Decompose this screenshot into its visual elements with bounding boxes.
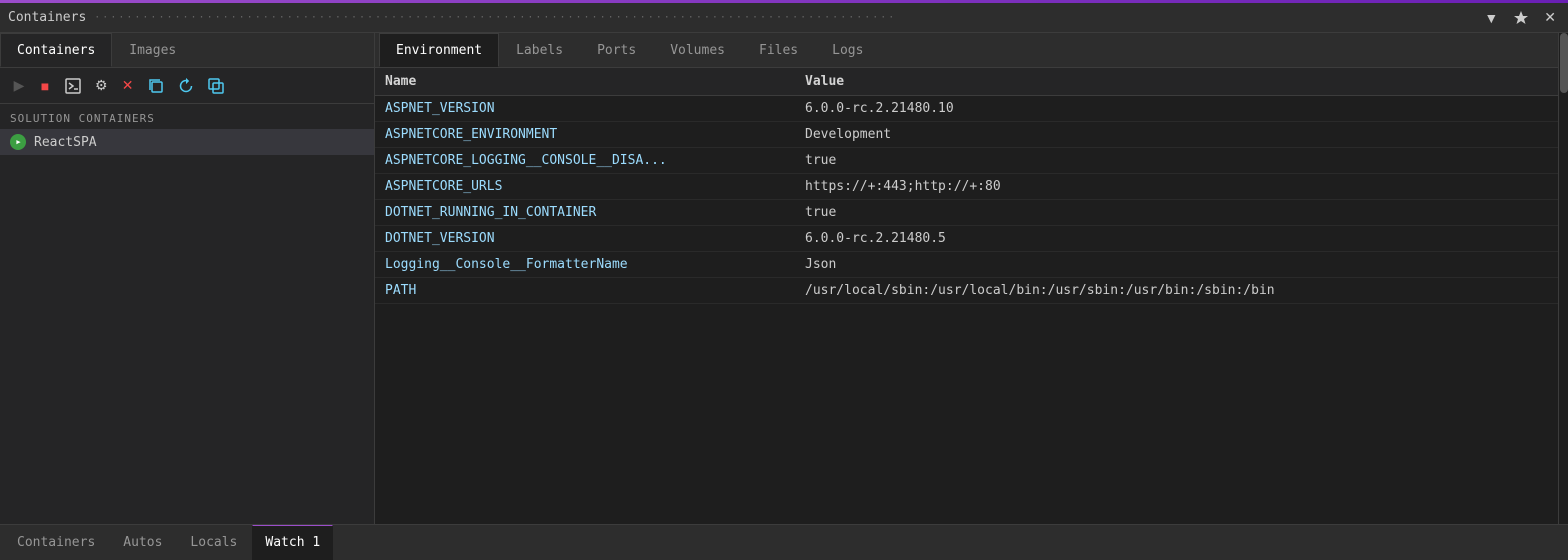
- container-list: ReactSPA: [0, 129, 374, 524]
- table-row[interactable]: DOTNET_RUNNING_IN_CONTAINER true: [375, 200, 1558, 226]
- env-value-5: 6.0.0-rc.2.21480.5: [805, 231, 1548, 246]
- env-value-6: Json: [805, 257, 1548, 272]
- tab-containers[interactable]: Containers: [0, 33, 112, 67]
- table-row[interactable]: ASPNETCORE_URLS https://+:443;http://+:8…: [375, 174, 1558, 200]
- bottom-tab-watch1[interactable]: Watch 1: [252, 525, 333, 560]
- table-header: Name Value: [375, 68, 1558, 96]
- close-button[interactable]: ✕: [1540, 7, 1560, 28]
- scrollbar-track[interactable]: [1558, 33, 1568, 524]
- tab-volumes[interactable]: Volumes: [653, 33, 742, 67]
- env-name-4: DOTNET_RUNNING_IN_CONTAINER: [385, 205, 805, 220]
- bottom-tab-containers[interactable]: Containers: [4, 525, 108, 560]
- title-bar-left: Containers ·····························…: [8, 10, 896, 25]
- list-item[interactable]: ReactSPA: [0, 129, 374, 155]
- env-name-2: ASPNETCORE_LOGGING__CONSOLE__DISA...: [385, 153, 805, 168]
- tab-labels[interactable]: Labels: [499, 33, 580, 67]
- env-name-6: Logging__Console__FormatterName: [385, 257, 805, 272]
- env-value-7: /usr/local/sbin:/usr/local/bin:/usr/sbin…: [805, 283, 1548, 298]
- title-bar-dots: ········································…: [94, 12, 896, 23]
- container-name: ReactSPA: [34, 135, 97, 150]
- refresh-button[interactable]: [173, 75, 199, 97]
- tab-images[interactable]: Images: [112, 33, 193, 67]
- header-name: Name: [385, 74, 805, 89]
- right-tab-bar: Environment Labels Ports Volumes Files L…: [375, 33, 1558, 68]
- settings-button[interactable]: ⚙: [90, 75, 113, 97]
- bottom-tab-bar: Containers Autos Locals Watch 1: [0, 524, 1568, 560]
- tab-files[interactable]: Files: [742, 33, 815, 67]
- table-row[interactable]: PATH /usr/local/sbin:/usr/local/bin:/usr…: [375, 278, 1558, 304]
- play-button[interactable]: ▶: [8, 75, 30, 97]
- delete-button[interactable]: ✕: [117, 75, 139, 97]
- stop-button[interactable]: ■: [34, 75, 56, 97]
- table-row[interactable]: DOTNET_VERSION 6.0.0-rc.2.21480.5: [375, 226, 1558, 252]
- environment-table: Name Value ASPNET_VERSION 6.0.0-rc.2.214…: [375, 68, 1558, 524]
- header-value: Value: [805, 74, 1548, 89]
- table-row[interactable]: ASPNETCORE_LOGGING__CONSOLE__DISA... tru…: [375, 148, 1558, 174]
- env-name-3: ASPNETCORE_URLS: [385, 179, 805, 194]
- paste-button[interactable]: [203, 75, 229, 97]
- section-header: Solution Containers: [0, 104, 374, 129]
- env-value-3: https://+:443;http://+:80: [805, 179, 1548, 194]
- env-value-1: Development: [805, 127, 1548, 142]
- running-status-icon: [10, 134, 26, 150]
- tab-environment[interactable]: Environment: [379, 33, 499, 67]
- left-panel: Containers Images ▶ ■ ⚙ ✕: [0, 33, 375, 524]
- env-name-5: DOTNET_VERSION: [385, 231, 805, 246]
- env-value-0: 6.0.0-rc.2.21480.10: [805, 101, 1548, 116]
- right-panel: Environment Labels Ports Volumes Files L…: [375, 33, 1558, 524]
- tab-logs[interactable]: Logs: [815, 33, 880, 67]
- main-content: Containers Images ▶ ■ ⚙ ✕: [0, 33, 1568, 524]
- title-bar-actions: ▼ ✕: [1480, 7, 1560, 28]
- title-bar: Containers ·····························…: [0, 3, 1568, 33]
- terminal-button[interactable]: [60, 75, 86, 97]
- toolbar: ▶ ■ ⚙ ✕: [0, 68, 374, 104]
- tab-ports[interactable]: Ports: [580, 33, 653, 67]
- env-name-1: ASPNETCORE_ENVIRONMENT: [385, 127, 805, 142]
- pin-button[interactable]: [1510, 9, 1532, 27]
- table-row[interactable]: ASPNET_VERSION 6.0.0-rc.2.21480.10: [375, 96, 1558, 122]
- env-name-0: ASPNET_VERSION: [385, 101, 805, 116]
- table-row[interactable]: ASPNETCORE_ENVIRONMENT Development: [375, 122, 1558, 148]
- bottom-tab-locals[interactable]: Locals: [177, 525, 250, 560]
- left-tab-bar: Containers Images: [0, 33, 374, 68]
- env-value-2: true: [805, 153, 1548, 168]
- table-row[interactable]: Logging__Console__FormatterName Json: [375, 252, 1558, 278]
- env-value-4: true: [805, 205, 1548, 220]
- env-name-7: PATH: [385, 283, 805, 298]
- bottom-tab-autos[interactable]: Autos: [110, 525, 175, 560]
- panel-title: Containers: [8, 10, 86, 25]
- copy-button[interactable]: [143, 75, 169, 97]
- chevron-down-button[interactable]: ▼: [1480, 8, 1502, 28]
